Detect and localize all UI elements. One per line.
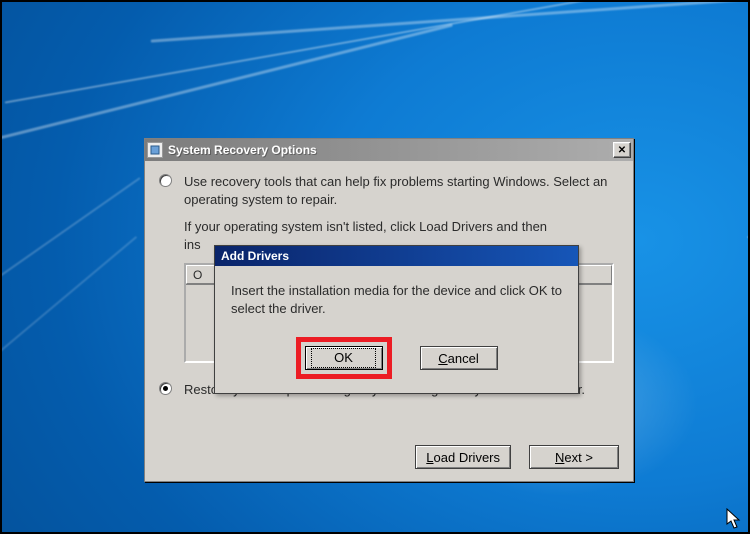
add-drivers-dialog: Add Drivers Insert the installation medi… <box>214 245 579 394</box>
mnemonic: N <box>555 450 564 465</box>
mnemonic: C <box>438 351 447 366</box>
decorative-streak <box>0 236 137 366</box>
close-icon: ✕ <box>618 145 626 156</box>
dialog-body: Use recovery tools that can help fix pro… <box>145 161 633 481</box>
note-line-2: ins <box>184 237 201 252</box>
option-recovery-tools-label: Use recovery tools that can help fix pro… <box>184 173 619 208</box>
dialog-button-row: Load Drivers Next > <box>415 445 619 469</box>
next-button[interactable]: Next > <box>529 445 619 469</box>
modal-titlebar[interactable]: Add Drivers <box>215 246 578 266</box>
option-recovery-tools[interactable]: Use recovery tools that can help fix pro… <box>159 173 619 208</box>
button-label: oad Drivers <box>434 450 500 465</box>
decorative-streak <box>0 177 141 305</box>
modal-button-row: OK Cancel <box>215 331 578 393</box>
radio-dot-icon <box>163 386 168 391</box>
cancel-button[interactable]: Cancel <box>420 346 498 370</box>
system-icon <box>147 142 163 158</box>
button-label: ancel <box>448 351 479 366</box>
focus-ring: OK <box>311 348 376 368</box>
system-recovery-dialog: System Recovery Options ✕ Use recovery t… <box>144 138 634 482</box>
titlebar[interactable]: System Recovery Options ✕ <box>145 139 633 161</box>
button-label: OK <box>334 350 353 365</box>
ok-button[interactable]: OK <box>305 346 383 370</box>
annotation-highlight: OK <box>296 337 392 379</box>
modal-title: Add Drivers <box>221 249 289 263</box>
close-button[interactable]: ✕ <box>613 142 631 158</box>
modal-message: Insert the installation media for the de… <box>215 266 578 331</box>
window-title: System Recovery Options <box>168 143 613 157</box>
radio-checked-icon[interactable] <box>159 382 172 395</box>
radio-unchecked-icon[interactable] <box>159 174 172 187</box>
note-line-1: If your operating system isn't listed, c… <box>184 219 547 234</box>
load-drivers-button[interactable]: Load Drivers <box>415 445 511 469</box>
button-label: ext > <box>564 450 593 465</box>
decorative-streak <box>0 24 453 148</box>
mnemonic: L <box>426 450 433 465</box>
